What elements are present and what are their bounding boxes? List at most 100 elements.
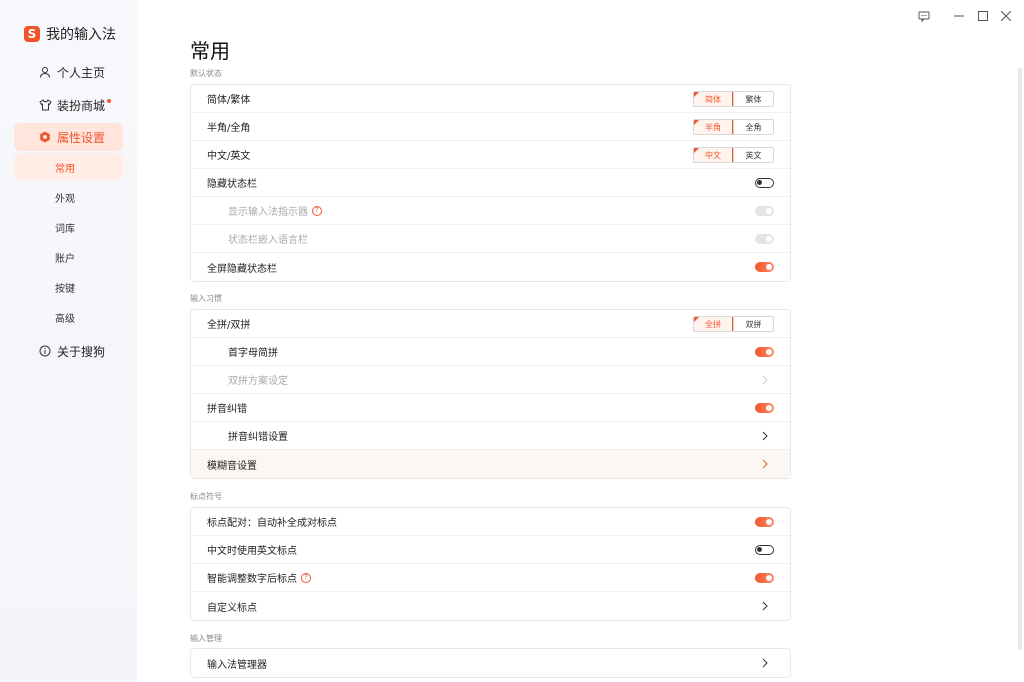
pinyin-mode-segmented: 全拼 双拼 xyxy=(693,316,774,332)
sidebar-item-profile[interactable]: 个人主页 xyxy=(14,58,123,86)
row-simp-trad: 简体/繁体 简体 繁体 xyxy=(191,85,790,113)
row-initials: 首字母简拼 xyxy=(191,338,790,366)
minimize-icon[interactable] xyxy=(951,8,967,24)
row-ime-manager[interactable]: 输入法管理器 xyxy=(191,649,790,677)
row-label: 中文时使用英文标点 xyxy=(207,546,297,557)
row-label: 输入法管理器 xyxy=(207,659,267,671)
sidebar-subitem-account[interactable]: 账户 xyxy=(14,243,123,271)
show-indicator-toggle[interactable] xyxy=(755,206,774,216)
settings-hex-icon xyxy=(38,130,52,144)
row-label: 模糊音设置 xyxy=(207,460,257,472)
row-label: 中文/英文 xyxy=(207,151,251,162)
row-shuangpin-scheme: 双拼方案设定 xyxy=(191,366,790,394)
embed-language-bar-toggle[interactable] xyxy=(755,234,774,244)
sidebar-item-settings[interactable]: 属性设置 xyxy=(14,123,123,151)
row-custom-punct[interactable]: 自定义标点 xyxy=(191,592,790,620)
chevron-right-icon[interactable] xyxy=(760,600,770,612)
scrollbar[interactable] xyxy=(1018,68,1022,650)
option-chinese[interactable]: 中文 xyxy=(694,148,733,162)
section-label-management: 输入管理 xyxy=(190,634,222,643)
sidebar-subitem-appearance[interactable]: 外观 xyxy=(14,183,123,211)
sidebar-item-label: 关于搜狗 xyxy=(57,344,106,359)
hide-status-bar-toggle[interactable] xyxy=(755,178,774,188)
option-simplified[interactable]: 简体 xyxy=(694,92,733,106)
row-english-punct: 中文时使用英文标点 xyxy=(191,536,790,564)
row-fuzzy-sound[interactable]: 模糊音设置 xyxy=(191,450,790,478)
page-title: 常用 xyxy=(190,39,230,63)
section-label-input-habit: 输入习惯 xyxy=(190,294,222,303)
row-label: 双拼方案设定 xyxy=(228,376,288,387)
chevron-right-icon[interactable] xyxy=(760,430,770,442)
sidebar-subitem-dictionary[interactable]: 词库 xyxy=(14,213,123,241)
row-label: 标点配对：自动补全成对标点 xyxy=(207,518,337,529)
notification-badge xyxy=(107,99,112,103)
row-show-indicator: 显示输入法指示器 ? xyxy=(191,197,790,225)
chevron-right-icon[interactable] xyxy=(760,374,770,386)
sidebar-subitem-keys[interactable]: 按键 xyxy=(14,273,123,301)
row-label: 简体/繁体 xyxy=(207,95,251,106)
feedback-icon[interactable] xyxy=(916,8,932,24)
card-punctuation: 标点配对：自动补全成对标点 中文时使用英文标点 智能调整数字后标点 ? 自定义标… xyxy=(190,507,791,621)
row-label: 自定义标点 xyxy=(207,602,257,614)
initials-toggle[interactable] xyxy=(755,347,774,357)
brand-name: 我的输入法 xyxy=(46,27,116,43)
row-label: 拼音纠错 xyxy=(207,404,247,415)
section-label-punctuation: 标点符号 xyxy=(190,492,222,501)
help-icon[interactable]: ? xyxy=(301,572,311,583)
sidebar-item-shop[interactable]: 装扮商城 xyxy=(14,91,123,119)
sogou-logo-icon: S xyxy=(24,26,40,42)
row-label: 半角/全角 xyxy=(207,123,251,134)
simp-trad-segmented: 简体 繁体 xyxy=(693,91,774,107)
english-punct-toggle[interactable] xyxy=(755,545,774,555)
correction-toggle[interactable] xyxy=(755,403,774,413)
row-label: 拼音纠错设置 xyxy=(228,432,288,443)
option-shuangpin[interactable]: 双拼 xyxy=(733,317,773,331)
half-full-segmented: 半角 全角 xyxy=(693,119,774,135)
sidebar: S 我的输入法 个人主页 装扮商城 属性设置 常用 外观 词库 账户 按键 高级… xyxy=(0,0,137,682)
chevron-right-icon[interactable] xyxy=(760,657,770,669)
brand: S 我的输入法 xyxy=(24,24,116,44)
section-label-default: 默认状态 xyxy=(190,69,222,78)
row-label: 隐藏状态栏 xyxy=(207,179,257,190)
shirt-icon xyxy=(38,98,52,112)
sidebar-item-about[interactable]: 关于搜狗 xyxy=(14,337,123,365)
card-input-habit: 全拼/双拼 全拼 双拼 首字母简拼 双拼方案设定 拼音纠错 拼音纠错设置 模糊音… xyxy=(190,309,791,479)
row-smart-digit-punct: 智能调整数字后标点 ? xyxy=(191,564,790,592)
option-half-width[interactable]: 半角 xyxy=(694,120,733,134)
row-punct-pairing: 标点配对：自动补全成对标点 xyxy=(191,508,790,536)
user-icon xyxy=(38,65,52,79)
row-fullscreen-hide: 全屏隐藏状态栏 xyxy=(191,253,790,281)
row-label: 智能调整数字后标点 xyxy=(207,574,297,585)
row-embed-language-bar: 状态栏嵌入语言栏 xyxy=(191,225,790,253)
sidebar-item-label: 属性设置 xyxy=(57,130,106,145)
info-icon xyxy=(38,344,52,358)
sidebar-subitem-advanced[interactable]: 高级 xyxy=(14,303,123,331)
row-label: 全拼/双拼 xyxy=(207,320,251,331)
option-english[interactable]: 英文 xyxy=(733,148,773,162)
smart-digit-punct-toggle[interactable] xyxy=(755,573,774,583)
row-cn-en: 中文/英文 中文 英文 xyxy=(191,141,790,169)
card-default-state: 简体/繁体 简体 繁体 半角/全角 半角 全角 中文/英文 中文 英文 隐藏状态… xyxy=(190,84,791,282)
option-quanpin[interactable]: 全拼 xyxy=(694,317,733,331)
option-traditional[interactable]: 繁体 xyxy=(733,92,773,106)
chevron-right-icon[interactable] xyxy=(760,458,770,470)
punct-pairing-toggle[interactable] xyxy=(755,517,774,527)
sidebar-item-label: 个人主页 xyxy=(57,65,106,80)
maximize-icon[interactable] xyxy=(975,8,991,24)
row-label: 显示输入法指示器 xyxy=(228,207,308,218)
sidebar-subitem-common[interactable]: 常用 xyxy=(14,153,123,181)
row-label: 全屏隐藏状态栏 xyxy=(207,263,277,275)
row-correction-settings[interactable]: 拼音纠错设置 xyxy=(191,422,790,450)
fullscreen-hide-toggle[interactable] xyxy=(755,262,774,272)
card-management: 输入法管理器 xyxy=(190,648,791,678)
close-icon[interactable] xyxy=(998,8,1014,24)
row-correction: 拼音纠错 xyxy=(191,394,790,422)
sidebar-item-label: 装扮商城 xyxy=(57,98,106,113)
option-full-width[interactable]: 全角 xyxy=(733,120,773,134)
row-label: 首字母简拼 xyxy=(228,348,278,359)
row-pinyin-mode: 全拼/双拼 全拼 双拼 xyxy=(191,310,790,338)
row-hide-status-bar: 隐藏状态栏 xyxy=(191,169,790,197)
row-label: 状态栏嵌入语言栏 xyxy=(228,235,308,246)
row-half-full: 半角/全角 半角 全角 xyxy=(191,113,790,141)
help-icon[interactable]: ? xyxy=(312,205,322,216)
